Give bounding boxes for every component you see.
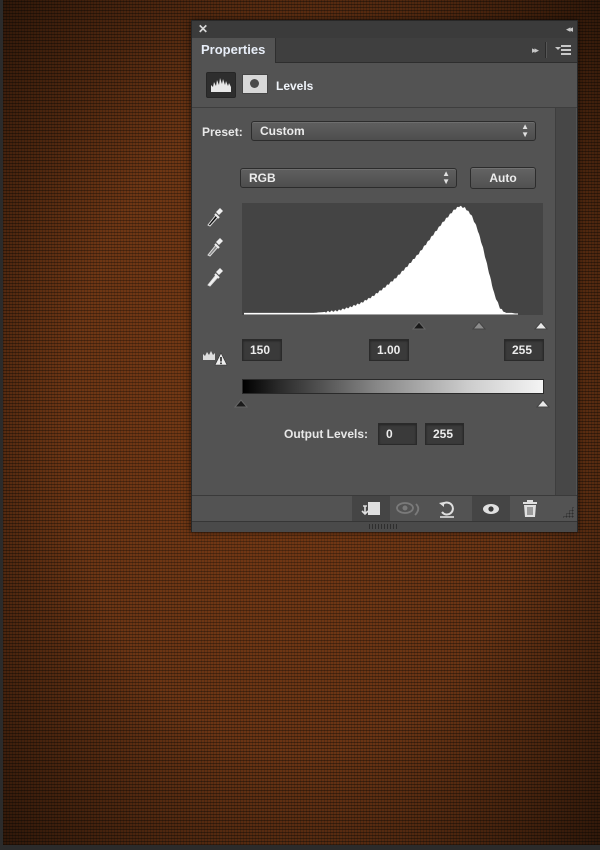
preset-label: Preset: — [202, 125, 243, 139]
black-point-eyedropper-icon[interactable] — [205, 206, 225, 228]
reset-icon — [439, 501, 454, 518]
preset-select[interactable]: Custom ▲ ▼ — [251, 121, 536, 141]
white-point-eyedropper-icon[interactable] — [205, 266, 225, 288]
preset-value: Custom — [260, 124, 305, 138]
output-gradient-bar — [242, 379, 544, 394]
expand-icon[interactable]: ▸▸ — [532, 38, 539, 62]
collapse-icon[interactable]: ◂◂ — [566, 21, 573, 38]
histogram-levels-icon[interactable] — [206, 72, 236, 98]
tab-properties[interactable]: Properties — [192, 38, 276, 63]
histogram-area — [244, 205, 541, 314]
adjustment-header: Levels — [192, 63, 577, 108]
output-levels-label: Output Levels: — [284, 427, 369, 441]
levels-body: Preset: Custom ▲ ▼ RGB ▲ ▼ Auto 150 1.00… — [192, 108, 556, 495]
channel-value: RGB — [249, 171, 276, 185]
close-icon[interactable]: ✕ — [198, 21, 208, 38]
tab-separator — [545, 42, 547, 58]
panel-tabbar: Properties ▸▸ — [192, 38, 577, 63]
panel-resize-grip[interactable] — [192, 521, 577, 532]
channel-select[interactable]: RGB ▲ ▼ — [240, 168, 457, 188]
reset-button[interactable] — [428, 496, 466, 522]
clip-icon — [361, 502, 380, 516]
input-white-field[interactable]: 255 — [504, 339, 544, 361]
auto-button[interactable]: Auto — [470, 167, 536, 189]
view-previous-state-button[interactable] — [390, 496, 428, 522]
gray-point-eyedropper-icon[interactable] — [205, 236, 225, 258]
toggle-visibility-button[interactable] — [472, 496, 510, 522]
input-gamma-field[interactable]: 1.00 — [369, 339, 409, 361]
panel-footer — [192, 495, 577, 522]
layer-mask-icon[interactable] — [242, 74, 268, 94]
eye-cycle-icon — [396, 502, 420, 516]
clip-to-layer-button[interactable] — [352, 496, 390, 522]
levels-histogram — [242, 203, 543, 315]
output-white-field[interactable]: 255 — [425, 423, 464, 445]
input-black-field[interactable]: 150 — [242, 339, 282, 361]
eye-icon — [483, 504, 499, 514]
select-arrows-icon: ▲ ▼ — [521, 122, 529, 139]
panel-titlebar: ✕ ◂◂ — [192, 21, 577, 39]
delete-button[interactable] — [511, 496, 549, 522]
output-black-field[interactable]: 0 — [378, 423, 417, 445]
trash-icon — [523, 500, 537, 517]
panel-menu-icon[interactable] — [555, 44, 571, 56]
properties-panel: ✕ ◂◂ Properties ▸▸ Levels Preset: Custom… — [191, 20, 578, 532]
clipping-warning-icon[interactable] — [202, 348, 230, 366]
scrollbar[interactable] — [555, 108, 576, 495]
select-arrows-icon: ▲ ▼ — [442, 169, 450, 186]
adjustment-title: Levels — [276, 79, 314, 93]
